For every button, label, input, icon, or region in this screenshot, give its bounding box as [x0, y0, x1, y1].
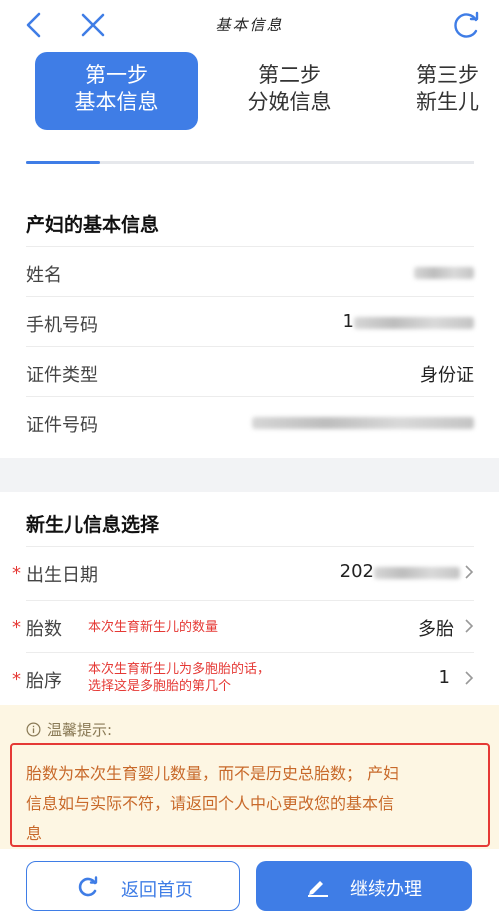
phone-value-redacted — [354, 317, 474, 329]
newborn-info-section: 新生儿信息选择 * 出生日期 202 * 胎数 本次生育新生儿的数量 多胎 * … — [0, 492, 499, 705]
name-label: 姓名 — [26, 265, 62, 286]
refresh-icon[interactable] — [451, 10, 481, 40]
tip-line-3: 息 — [26, 824, 43, 843]
required-mark: * — [12, 669, 21, 690]
tip-header: 温馨提示: — [26, 719, 112, 740]
required-mark: * — [12, 563, 21, 584]
fetus-order-label: 胎序 — [26, 671, 62, 692]
chevron-right-icon — [465, 565, 474, 579]
phone-label: 手机号码 — [26, 315, 98, 336]
top-bar: 基本信息 — [0, 0, 499, 50]
row-id-number: 证件号码 — [26, 396, 474, 446]
row-id-type: 证件类型 身份证 — [26, 346, 474, 396]
fetus-order-value: 1 — [438, 667, 450, 688]
birth-date-value-redacted — [374, 567, 460, 579]
step-3-line2: 新生儿 — [416, 90, 479, 114]
id-type-label: 证件类型 — [26, 365, 98, 386]
fetus-order-hint-line2: 选择这是多胞胎的第几个 — [88, 679, 232, 694]
step-1-line1: 第一步 — [85, 63, 148, 87]
step-1-line2: 基本信息 — [74, 90, 159, 114]
step-1-basic-info[interactable]: 第一步 基本信息 — [35, 52, 198, 130]
step-tabs: 第一步 基本信息 第二步 分娩信息 第三步 新生儿 — [0, 50, 499, 190]
step-2-line2: 分娩信息 — [247, 90, 332, 114]
newborn-info-title: 新生儿信息选择 — [26, 514, 160, 536]
step-3-newborn[interactable]: 第三步 新生儿 — [380, 52, 499, 130]
id-number-label: 证件号码 — [26, 415, 98, 436]
row-phone: 手机号码 1 — [26, 296, 474, 346]
chevron-right-icon — [465, 619, 474, 633]
mother-info-title: 产妇的基本信息 — [26, 214, 160, 236]
row-name: 姓名 — [26, 246, 474, 296]
tip-line-2: 信息如与实际不符，请返回个人中心更改您的基本信 — [26, 794, 395, 813]
info-circle-icon — [26, 722, 41, 737]
id-type-value: 身份证 — [420, 365, 474, 386]
step-progress-fill — [26, 161, 100, 164]
step-3-line1: 第三步 — [416, 63, 479, 87]
fetus-count-label: 胎数 — [26, 619, 62, 640]
edit-pen-icon — [308, 881, 328, 897]
refresh-icon — [78, 876, 98, 897]
mother-info-section: 产妇的基本信息 姓名 手机号码 1 证件类型 身份证 证件号码 — [0, 190, 499, 458]
tip-header-text: 温馨提示: — [47, 721, 113, 739]
name-value-redacted — [414, 267, 474, 279]
required-mark: * — [12, 617, 21, 638]
footer-bar: 返回首页 继续办理 — [0, 849, 499, 918]
step-2-line1: 第二步 — [258, 63, 321, 87]
return-home-button[interactable]: 返回首页 — [26, 861, 240, 911]
step-progress-track — [26, 161, 474, 164]
fetus-count-value: 多胎 — [418, 619, 454, 640]
row-birth-date[interactable]: * 出生日期 202 — [12, 546, 474, 596]
return-home-label: 返回首页 — [121, 880, 193, 901]
fetus-count-hint: 本次生育新生儿的数量 — [88, 620, 219, 635]
continue-button[interactable]: 继续办理 — [256, 861, 472, 911]
row-fetus-order[interactable]: * 胎序 本次生育新生儿为多胞胎的话， 选择这是多胞胎的第几个 1 — [12, 652, 474, 705]
fetus-order-hint-line1: 本次生育新生儿为多胞胎的话， — [88, 662, 271, 677]
continue-label: 继续办理 — [350, 879, 422, 900]
tip-message-box: 胎数为本次生育婴儿数量，而不是历史总胎数； 产妇 信息如与实际不符，请返回个人中… — [10, 743, 490, 847]
id-number-value-redacted — [252, 417, 474, 429]
phone-value: 1 — [342, 311, 354, 332]
birth-date-value: 202 — [339, 561, 374, 582]
page-title: 基本信息 — [215, 16, 284, 34]
step-2-delivery-info[interactable]: 第二步 分娩信息 — [208, 52, 371, 130]
tip-panel: 温馨提示: 胎数为本次生育婴儿数量，而不是历史总胎数； 产妇 信息如与实际不符，… — [0, 705, 499, 849]
birth-date-label: 出生日期 — [26, 565, 98, 586]
row-fetus-count[interactable]: * 胎数 本次生育新生儿的数量 多胎 — [12, 600, 474, 650]
chevron-right-icon — [465, 671, 474, 685]
tip-line-1: 胎数为本次生育婴儿数量，而不是历史总胎数； 产妇 — [26, 764, 400, 783]
